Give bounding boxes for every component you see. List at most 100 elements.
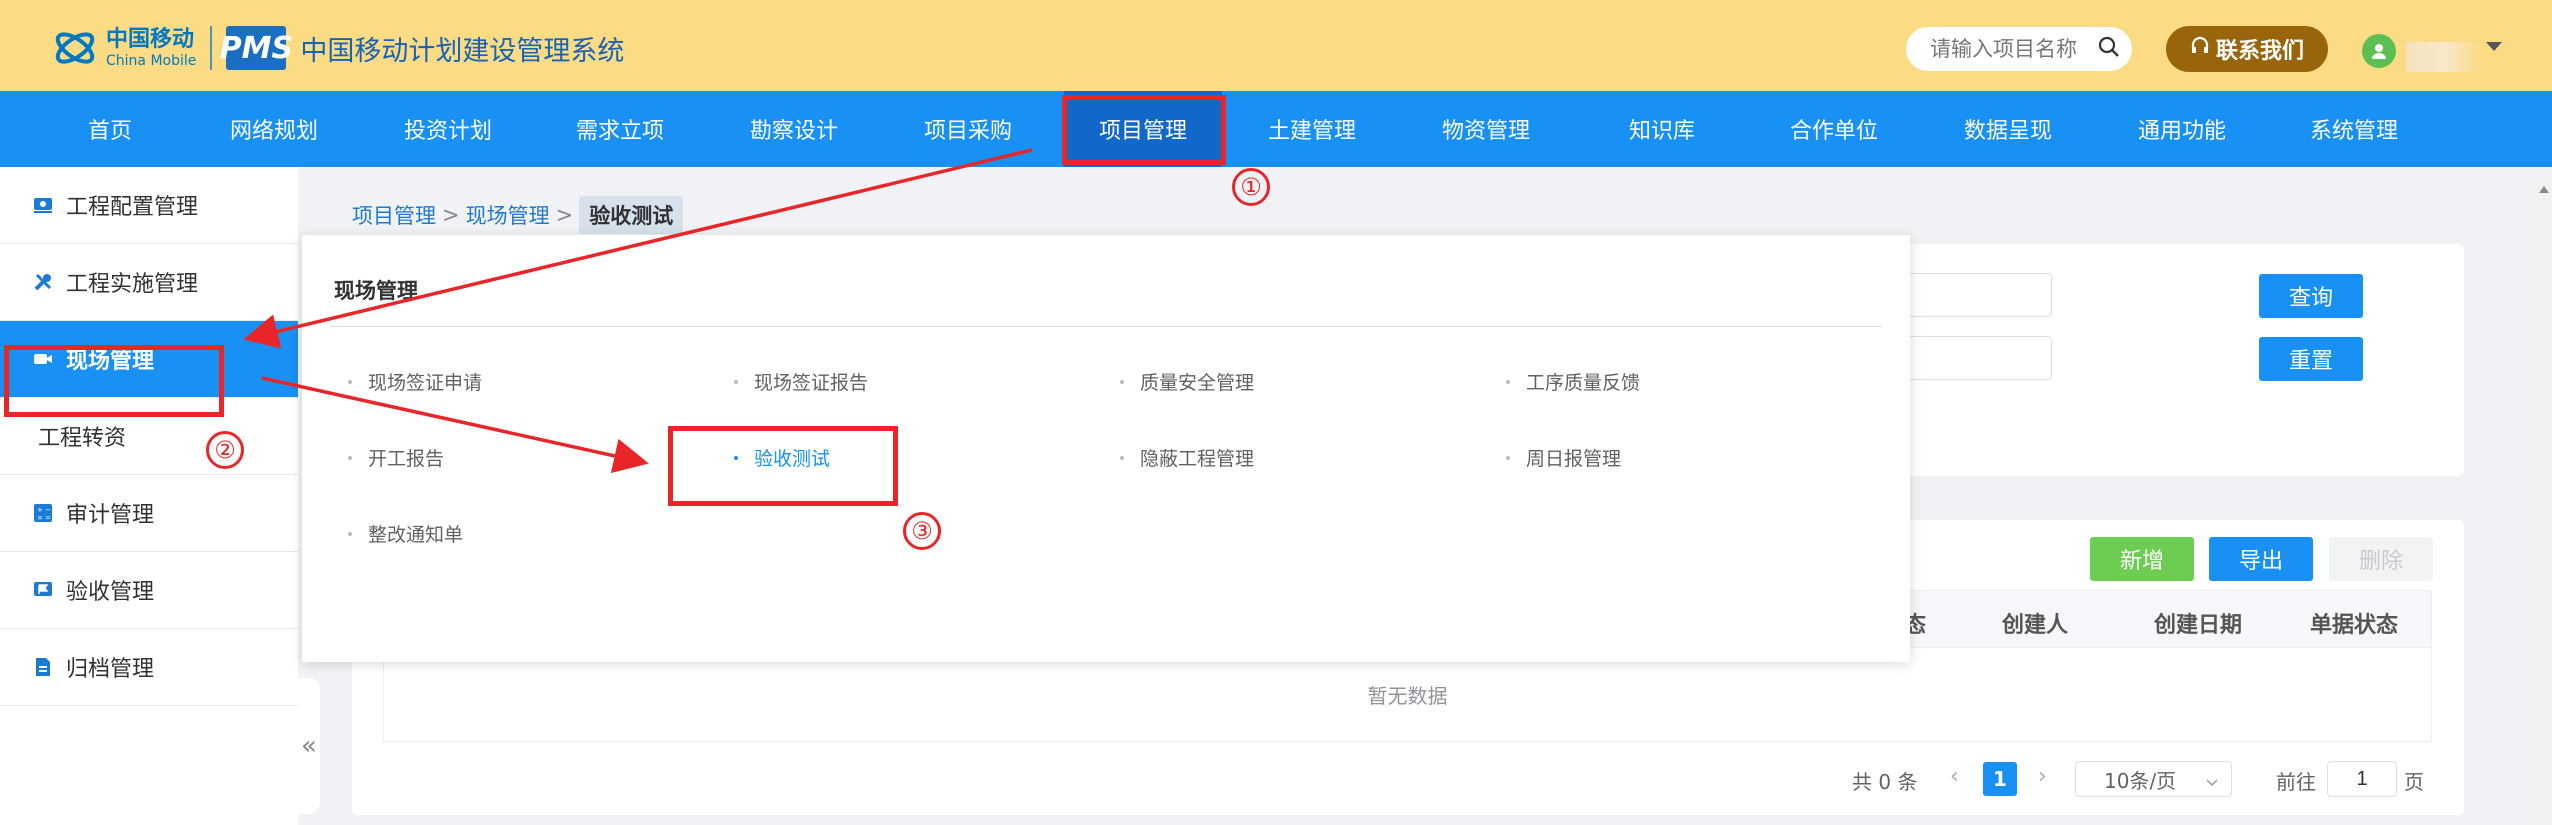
next-page-icon[interactable]: › [2038,764,2047,789]
menu-item-label: 现场签证申请 [368,372,483,394]
sidebar-collapse-toggle[interactable]: « [298,678,320,814]
contact-us-label: 联系我们 [2215,38,2304,63]
search-icon[interactable] [2098,36,2120,62]
pagination-total: 共 0 条 [1852,770,1918,794]
page-size-select[interactable]: 10条/页 [2075,761,2232,797]
sidebar-item-label: 工程实施管理 [66,272,199,297]
bullet-dot [734,379,738,384]
menu-item-label: 质量安全管理 [1140,372,1255,394]
menu-item-label: 工序质量反馈 [1526,372,1641,394]
page-number-current[interactable]: 1 [1983,762,2017,796]
sidebar-item-label: 审计管理 [66,503,155,528]
breadcrumb-current: 验收测试 [579,196,684,234]
delete-button[interactable]: 删除 [2329,537,2433,581]
bullet-dot [1120,379,1124,384]
bullet-dot [348,379,352,384]
menu-item-weekly-daily-report[interactable]: 周日报管理 [1506,444,1621,471]
brand-cn: 中国移动 [106,26,195,52]
goto-page-input[interactable] [2327,761,2397,797]
column-header-creator[interactable]: 创建人 [2002,607,2068,639]
bullet-dot [348,531,352,536]
menu-item-process-quality-feedback[interactable]: 工序质量反馈 [1506,368,1640,395]
caret-down-icon[interactable] [2486,42,2502,51]
sidebar-item-project-config[interactable]: 工程配置管理 [0,167,298,244]
export-button[interactable]: 导出 [2209,537,2313,581]
menu-item-site-visa-apply[interactable]: 现场签证申请 [348,368,482,395]
nav-item-procurement[interactable]: 项目采购 [916,91,1020,167]
prev-page-icon[interactable]: ‹ [1950,764,1959,789]
step3-number: ③ [903,512,941,550]
site-management-dropdown: 现场管理 现场签证申请 现场签证报告 质量安全管理 工序质量反馈 开工报告 验收… [302,235,1910,662]
app-header: 中国移动 China Mobile PMS 中国移动计划建设管理系统 联系我们 [0,0,2552,91]
nav-item-knowledge-base[interactable]: 知识库 [1622,91,1702,167]
table-empty-state: 暂无数据 [383,648,2432,742]
reset-button[interactable]: 重置 [2259,337,2363,381]
query-button[interactable]: 查询 [2259,274,2363,318]
logo-divider [210,26,213,70]
nav-item-civil-management[interactable]: 土建管理 [1260,91,1364,167]
step3-highlight-box [668,426,898,506]
menu-item-site-visa-report[interactable]: 现场签证报告 [734,368,868,395]
menu-item-rectification-notice[interactable]: 整改通知单 [348,520,463,547]
main-nav: 首页 网络规划 投资计划 需求立项 勘察设计 项目采购 项目管理 土建管理 物资… [0,91,2552,167]
contact-us-button[interactable]: 联系我们 [2166,26,2328,72]
nav-item-network-planning[interactable]: 网络规划 [222,91,326,167]
double-chevron-left-icon: « [301,731,317,761]
dropdown-divider [330,326,1882,327]
page-size-value: 10条/页 [2104,768,2177,793]
sidebar-item-project-implementation[interactable]: 工程实施管理 [0,244,298,321]
sidebar-item-label: 工程配置管理 [66,195,199,220]
menu-item-label: 现场签证报告 [754,372,869,394]
menu-item-label: 周日报管理 [1526,448,1622,470]
bullet-dot [1506,455,1510,460]
goto-prefix: 前往 [2276,770,2316,794]
brand-en: China Mobile [106,52,197,69]
menu-item-concealed-work[interactable]: 隐蔽工程管理 [1120,444,1254,471]
user-name-redacted[interactable] [2406,42,2482,72]
dropdown-title: 现场管理 [334,279,418,303]
file-icon [32,656,54,678]
nav-item-data-display[interactable]: 数据呈现 [1956,91,2060,167]
nav-item-system-management[interactable]: 系统管理 [2302,91,2406,167]
nav-item-materials[interactable]: 物资管理 [1434,91,1538,167]
column-header-create-date[interactable]: 创建日期 [2154,607,2242,639]
sidebar-item-audit[interactable]: + − × = 审计管理 [0,475,298,552]
bullet-dot [348,455,352,460]
nav-item-investment-plan[interactable]: 投资计划 [396,91,500,167]
breadcrumb-project-management[interactable]: 项目管理 [352,200,436,230]
tools-icon [32,271,54,293]
app-title: 中国移动计划建设管理系统 [300,35,625,67]
page-scrollbar[interactable] [2536,180,2552,825]
pms-logo: PMS [220,26,293,70]
menu-item-label: 整改通知单 [368,524,464,546]
menu-item-label: 隐蔽工程管理 [1140,448,1255,470]
menu-item-start-report[interactable]: 开工报告 [348,444,444,471]
sidebar-item-label: 验收管理 [66,580,155,605]
nav-item-demand-project[interactable]: 需求立项 [568,91,672,167]
nav-item-home[interactable]: 首页 [58,91,162,167]
china-mobile-logo[interactable]: 中国移动 China Mobile PMS 中国移动计划建设管理系统 [50,26,624,70]
add-button[interactable]: 新增 [2090,537,2194,581]
user-icon [2372,44,2386,59]
nav-item-common-functions[interactable]: 通用功能 [2130,91,2234,167]
step2-highlight-box [4,345,224,417]
project-search-input[interactable] [1930,37,2098,61]
column-header-doc-status[interactable]: 单据状态 [2310,607,2398,639]
menu-item-label: 开工报告 [368,448,445,470]
breadcrumb-site-management[interactable]: 现场管理 [466,200,550,230]
breadcrumb-separator: > [555,203,574,227]
goto-suffix: 页 [2404,770,2424,794]
sidebar-item-acceptance[interactable]: 验收管理 [0,552,298,629]
flag-icon [32,579,54,601]
sidebar-item-archive[interactable]: 归档管理 [0,629,298,706]
nav-item-survey-design[interactable]: 勘察设计 [742,91,846,167]
project-search[interactable] [1906,27,2132,71]
bullet-dot [1120,455,1124,460]
step2-number: ② [206,431,244,469]
sidebar-item-label: 归档管理 [66,657,155,682]
nav-item-partners[interactable]: 合作单位 [1782,91,1886,167]
scroll-up-icon[interactable] [2539,186,2549,193]
menu-item-quality-safety[interactable]: 质量安全管理 [1120,368,1254,395]
user-avatar[interactable] [2362,34,2396,68]
step1-highlight-box [1062,95,1226,165]
